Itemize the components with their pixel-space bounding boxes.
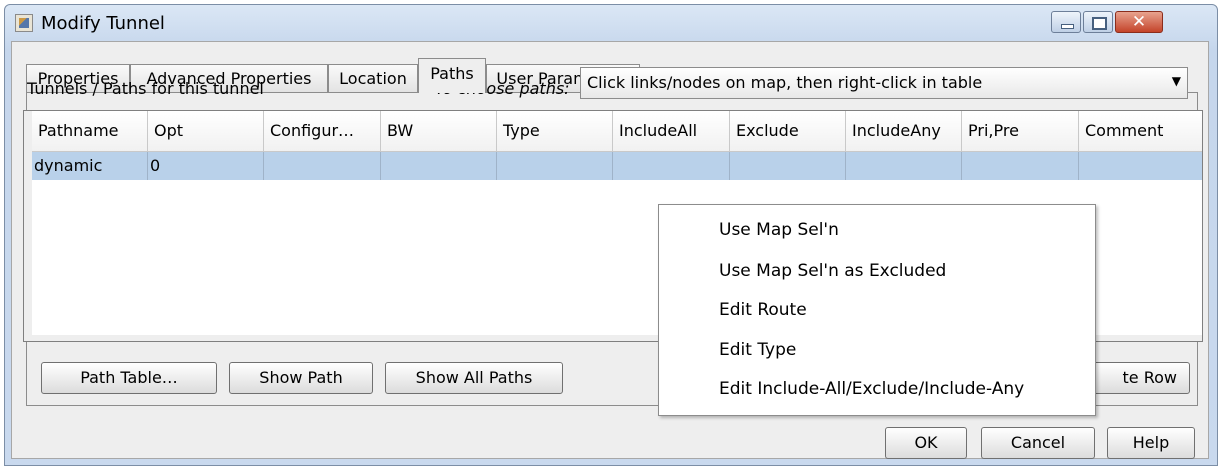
cancel-button[interactable]: Cancel (981, 427, 1095, 459)
context-menu: Use Map Sel'n Use Map Sel'n as Excluded … (658, 204, 1096, 416)
cell-bw[interactable] (381, 152, 497, 180)
close-button[interactable]: ✕ (1115, 11, 1163, 33)
menu-item-use-map-selection-excluded[interactable]: Use Map Sel'n as Excluded (719, 261, 946, 281)
table-header: Pathname Opt Configur… BW Type IncludeAl… (32, 111, 1202, 151)
column-header-opt[interactable]: Opt (148, 111, 264, 151)
cell-type[interactable] (497, 152, 613, 180)
cell-includeall[interactable] (613, 152, 730, 180)
tab-location[interactable]: Location (328, 64, 418, 92)
chevron-down-icon: ▼ (1171, 74, 1181, 88)
menu-item-use-map-selection[interactable]: Use Map Sel'n (719, 220, 839, 240)
column-header-comment[interactable]: Comment (1079, 111, 1202, 151)
tab-paths[interactable]: Paths (418, 58, 486, 93)
column-header-exclude[interactable]: Exclude (730, 111, 846, 151)
cell-pathname[interactable]: dynamic (32, 152, 148, 180)
table-row[interactable]: dynamic 0 (32, 152, 1202, 180)
help-button[interactable]: Help (1107, 427, 1195, 459)
cell-pri-pre[interactable] (962, 152, 1079, 180)
cell-opt[interactable]: 0 (148, 152, 264, 180)
cell-exclude[interactable] (730, 152, 846, 180)
minimize-button[interactable] (1051, 11, 1081, 33)
column-header-pathname[interactable]: Pathname (32, 111, 148, 151)
column-header-type[interactable]: Type (497, 111, 613, 151)
show-path-button[interactable]: Show Path (229, 362, 373, 394)
choose-paths-value: Click links/nodes on map, then right-cli… (587, 73, 983, 92)
menu-item-edit-include-exclude[interactable]: Edit Include-All/Exclude/Include-Any (719, 379, 1024, 399)
java-cup-icon (15, 14, 33, 32)
delete-row-button[interactable]: te Row (1080, 362, 1190, 394)
cell-includeany[interactable] (846, 152, 962, 180)
modify-tunnel-window: Modify Tunnel ✕ Properties Advanced Prop… (4, 4, 1218, 466)
maximize-button[interactable] (1083, 11, 1113, 33)
column-header-configuration[interactable]: Configur… (264, 111, 381, 151)
column-header-pri-pre[interactable]: Pri,Pre (962, 111, 1079, 151)
cell-configuration[interactable] (264, 152, 381, 180)
column-header-bw[interactable]: BW (381, 111, 497, 151)
title-bar[interactable]: Modify Tunnel ✕ (5, 5, 1217, 43)
close-icon: ✕ (1131, 12, 1147, 32)
cell-comment[interactable] (1079, 152, 1202, 180)
column-header-includeall[interactable]: IncludeAll (613, 111, 730, 151)
window-title: Modify Tunnel (41, 13, 165, 34)
menu-item-edit-route[interactable]: Edit Route (719, 300, 807, 320)
ok-button[interactable]: OK (885, 427, 967, 459)
path-table-button[interactable]: Path Table… (41, 362, 217, 394)
menu-item-edit-type[interactable]: Edit Type (719, 340, 796, 360)
paths-section-label: Tunnels / Paths for this tunnel (27, 79, 264, 98)
show-all-paths-button[interactable]: Show All Paths (385, 362, 563, 394)
column-header-includeany[interactable]: IncludeAny (846, 111, 962, 151)
choose-paths-dropdown[interactable]: Click links/nodes on map, then right-cli… (580, 67, 1188, 99)
